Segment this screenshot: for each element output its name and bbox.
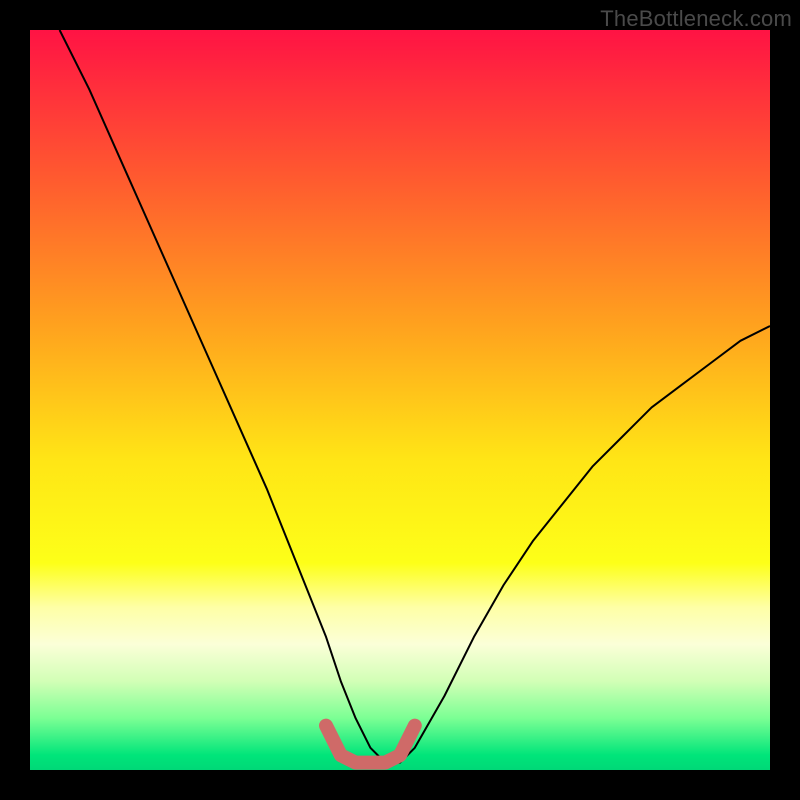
chart-plot-area <box>30 30 770 770</box>
watermark-text: TheBottleneck.com <box>600 6 792 32</box>
chart-background-gradient <box>30 30 770 770</box>
chart-svg <box>30 30 770 770</box>
chart-container: TheBottleneck.com <box>0 0 800 800</box>
